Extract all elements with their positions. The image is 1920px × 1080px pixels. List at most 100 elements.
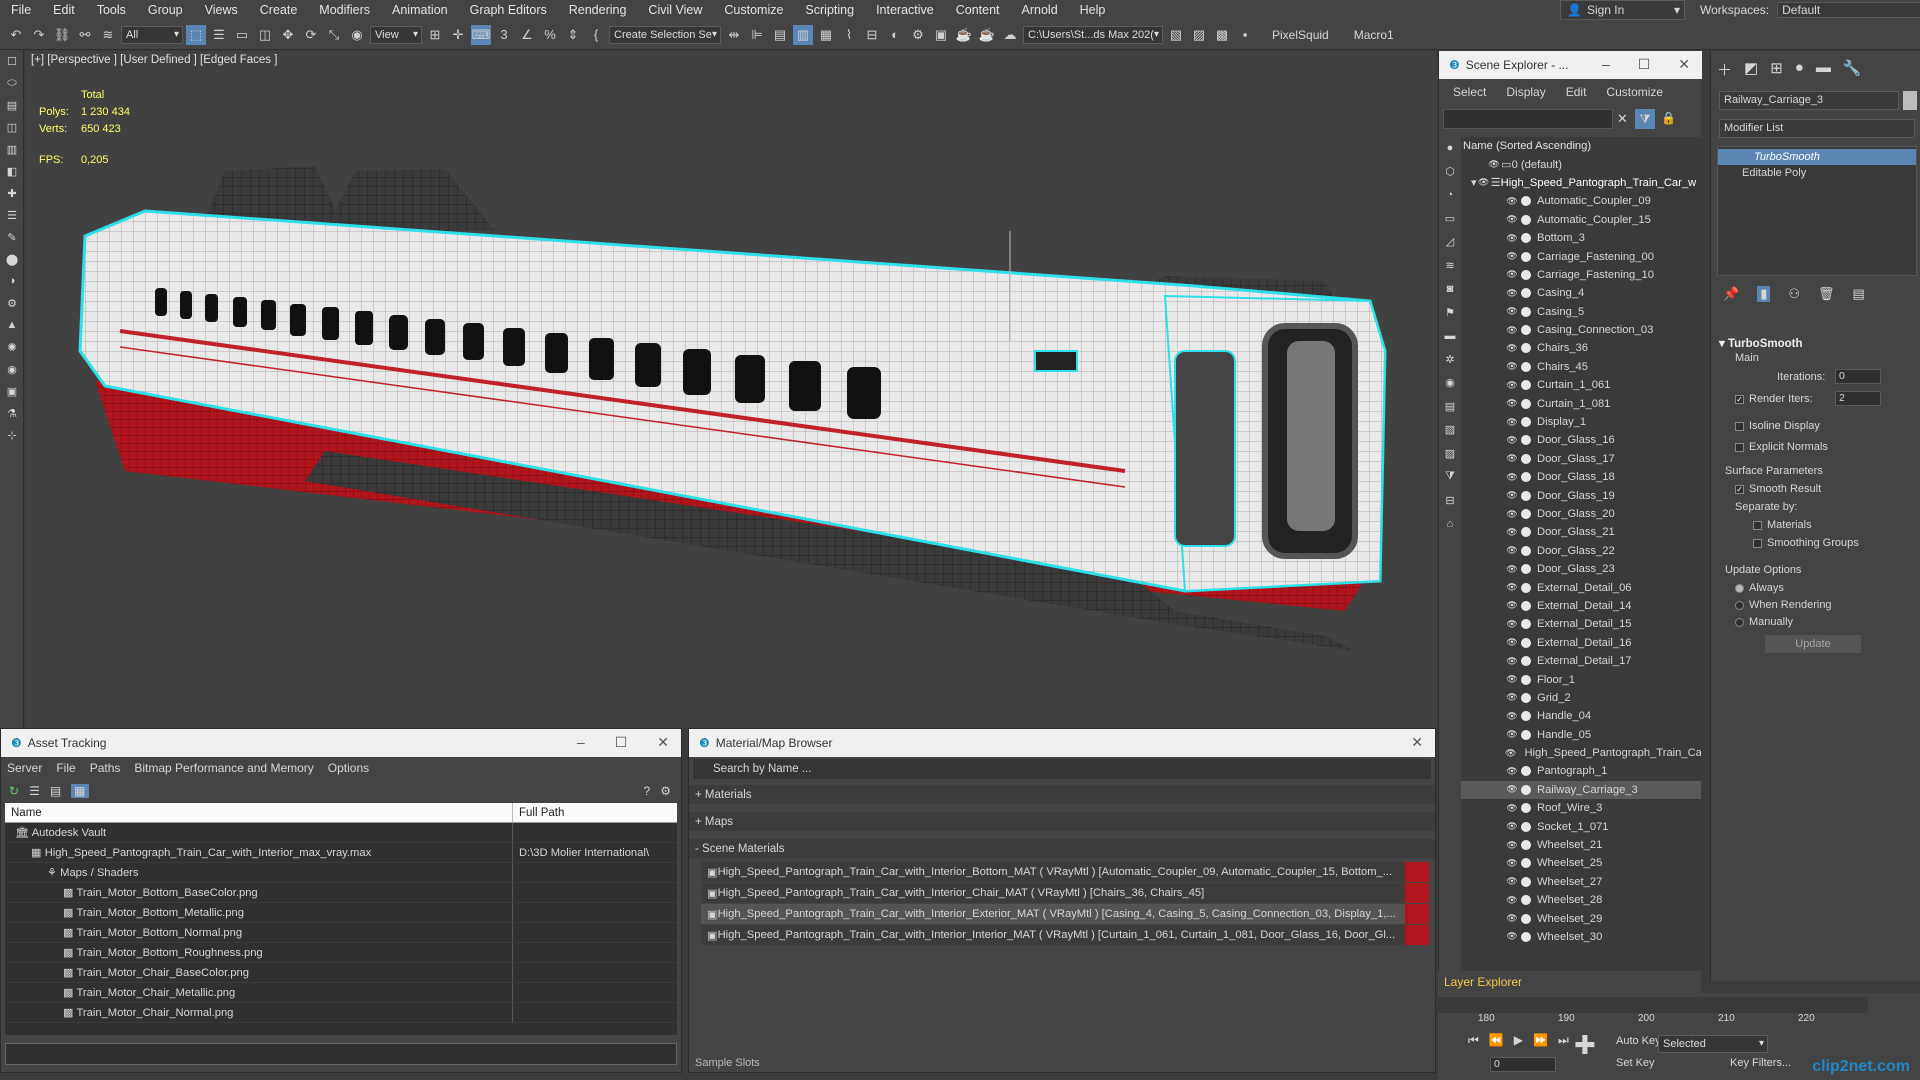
scene-list-item[interactable]: 👁 Casing_5	[1461, 303, 1701, 321]
scene-list-item[interactable]: 👁 Wheelset_28	[1461, 891, 1701, 909]
menu-graph-editors[interactable]: Graph Editors	[459, 0, 558, 20]
section-scene-materials[interactable]: - Scene Materials	[689, 839, 1435, 858]
create-tab-icon[interactable]: ＋	[1717, 59, 1732, 80]
scene-list-item[interactable]: 👁 Carriage_Fastening_10	[1461, 266, 1701, 284]
left-tool-18-icon[interactable]: ⊹	[0, 424, 24, 446]
scene-list-item[interactable]: 👁 Wheelset_21	[1461, 836, 1701, 854]
stack-item-editable-poly[interactable]: Editable Poly	[1718, 165, 1916, 181]
scene-list-item[interactable]: 👁 External_Detail_15	[1461, 615, 1701, 633]
pivot-icon[interactable]: ⊞	[425, 25, 445, 45]
add-key-icon[interactable]: ✚	[1574, 1032, 1596, 1058]
configure-sets-icon[interactable]: ▤	[1853, 286, 1865, 302]
undo-icon[interactable]: ↶	[6, 25, 26, 45]
scene-filter-7-icon[interactable]: ◙	[1439, 277, 1461, 301]
left-tool-5-icon[interactable]: ▥	[0, 138, 24, 160]
asset-row[interactable]: ⚘ Maps / Shaders	[5, 863, 677, 883]
left-tool-7-icon[interactable]: ✚	[0, 182, 24, 204]
auto-key-button[interactable]: Auto Key	[1616, 1035, 1661, 1047]
list-view-icon[interactable]: ☰	[29, 784, 40, 798]
separate-materials-checkbox[interactable]: Materials	[1753, 519, 1812, 531]
sample-slots-label[interactable]: Sample Slots	[689, 1053, 760, 1072]
visibility-eye-icon[interactable]: 👁	[1505, 803, 1519, 814]
angle-snap-icon[interactable]: ∠	[517, 25, 537, 45]
scene-list-item[interactable]: 👁 Door_Glass_21	[1461, 523, 1701, 541]
scene-list-item[interactable]: 👁 Curtain_1_061	[1461, 376, 1701, 394]
left-tool-9-icon[interactable]: ✎	[0, 226, 24, 248]
select-object-icon[interactable]: ⬚	[186, 24, 206, 45]
open-explorer-icon[interactable]: ▨	[1189, 25, 1209, 45]
scene-list-item[interactable]: 👁 Door_Glass_16	[1461, 431, 1701, 449]
menu-animation[interactable]: Animation	[381, 0, 459, 20]
maximize-icon[interactable]: ☐	[1638, 56, 1651, 73]
display-tab-icon[interactable]: ▬	[1816, 59, 1831, 80]
pin-stack-icon[interactable]: 📌	[1723, 286, 1739, 302]
settings-icon[interactable]: ⚙	[660, 784, 671, 798]
scene-list-item[interactable]: 👁 External_Detail_14	[1461, 597, 1701, 615]
visibility-eye-icon[interactable]: 👁	[1505, 417, 1519, 428]
visibility-eye-icon[interactable]: 👁	[1505, 380, 1519, 391]
align-icon[interactable]: ⊫	[747, 25, 767, 45]
placement-icon[interactable]: ◉	[347, 25, 367, 45]
explicit-normals-checkbox[interactable]: Explicit Normals	[1735, 441, 1828, 453]
scene-filter-17-icon[interactable]: ⌂	[1439, 512, 1461, 536]
left-tool-1-icon[interactable]: ☐	[0, 50, 24, 72]
scene-list-item[interactable]: 👁 Grid_2	[1461, 689, 1701, 707]
menu-file[interactable]: File	[0, 0, 42, 20]
menu-tools[interactable]: Tools	[86, 0, 137, 20]
visibility-eye-icon[interactable]: 👁	[1505, 766, 1519, 777]
pixelsquid-label[interactable]: PixelSquid	[1272, 28, 1329, 42]
layer-explorer-icon[interactable]: ▥	[793, 24, 813, 45]
visibility-eye-icon[interactable]: 👁	[1505, 748, 1516, 759]
spinner-snap-icon[interactable]: ⇕	[563, 25, 583, 45]
modify-tab-icon[interactable]: ◩	[1744, 59, 1758, 80]
menu-create[interactable]: Create	[249, 0, 309, 20]
scene-list-item[interactable]: 👁 Bottom_3	[1461, 229, 1701, 247]
scene-list-item[interactable]: 👁 Door_Glass_22	[1461, 542, 1701, 560]
left-tool-6-icon[interactable]: ◧	[0, 160, 24, 182]
play-icon[interactable]: ▶	[1514, 1033, 1523, 1048]
asset-row[interactable]: ▩ Train_Motor_Bottom_BaseColor.png	[5, 883, 677, 903]
visibility-eye-icon[interactable]: 👁	[1505, 453, 1519, 464]
asset-menu-bitmap-performance-and-memory[interactable]: Bitmap Performance and Memory	[134, 761, 313, 775]
scale-icon[interactable]: ⤡	[324, 25, 344, 45]
scene-filter-3-icon[interactable]: ◔	[1439, 183, 1461, 207]
visibility-eye-icon[interactable]: 👁	[1505, 233, 1519, 244]
visibility-eye-icon[interactable]: 👁	[1505, 692, 1519, 703]
percent-snap-icon[interactable]: %	[540, 25, 560, 45]
scene-list-item[interactable]: 👁 Casing_4	[1461, 284, 1701, 302]
menu-scripting[interactable]: Scripting	[794, 0, 865, 20]
scene-list-item[interactable]: 👁 Door_Glass_20	[1461, 505, 1701, 523]
material-editor-icon[interactable]: ◐	[885, 25, 905, 45]
left-tool-14-icon[interactable]: ✺	[0, 336, 24, 358]
scene-explorer-titlebar[interactable]: ❸ Scene Explorer - ... – ☐ ✕	[1439, 51, 1702, 79]
asset-row[interactable]: ▩ Train_Motor_Chair_BaseColor.png	[5, 963, 677, 983]
show-end-result-icon[interactable]: ▮	[1757, 286, 1771, 302]
menu-group[interactable]: Group	[137, 0, 194, 20]
section-materials[interactable]: + Materials	[689, 785, 1435, 804]
snap-icon[interactable]: 3	[494, 25, 514, 45]
scene-list-item[interactable]: 👁 Chairs_36	[1461, 339, 1701, 357]
visibility-eye-icon[interactable]: 👁	[1505, 196, 1519, 207]
scene-list-item[interactable]: 👁 Handle_04	[1461, 707, 1701, 725]
scene-list-item[interactable]: ▾ 👁 ☰ High_Speed_Pantograph_Train_Car_w	[1461, 174, 1701, 192]
modifier-list-dropdown[interactable]: Modifier List	[1719, 119, 1915, 138]
asset-menu-paths[interactable]: Paths	[90, 761, 121, 775]
left-tool-3-icon[interactable]: ▤	[0, 94, 24, 116]
project-folder-icon[interactable]: ▧	[1166, 25, 1186, 45]
left-tool-2-icon[interactable]: ⬭	[0, 72, 24, 94]
scene-filter-6-icon[interactable]: ≋	[1439, 254, 1461, 278]
scene-list-item[interactable]: 👁 Automatic_Coupler_15	[1461, 211, 1701, 229]
smooth-result-checkbox[interactable]: ✓ Smooth Result	[1735, 483, 1821, 495]
scene-list-item[interactable]: 👁 External_Detail_06	[1461, 578, 1701, 596]
ribbon-icon[interactable]: ▦	[816, 25, 836, 45]
scene-filter-10-icon[interactable]: ✲	[1439, 348, 1461, 372]
scene-list-item[interactable]: 👁 Door_Glass_19	[1461, 486, 1701, 504]
scene-object-list[interactable]: Name (Sorted Ascending) 👁 ▭ 0 (default) ▾ 👁 ☰…	[1461, 137, 1701, 1015]
scene-filter-2-icon[interactable]: ⬡	[1439, 160, 1461, 184]
render-cloud-icon[interactable]: ☁	[1000, 25, 1020, 45]
menu-content[interactable]: Content	[945, 0, 1011, 20]
go-to-end-icon[interactable]: ⏭	[1558, 1033, 1569, 1048]
asset-row[interactable]: ▩ Train_Motor_Chair_Metallic.png	[5, 983, 677, 1003]
section-maps[interactable]: + Maps	[689, 812, 1435, 831]
menu-civil-view[interactable]: Civil View	[637, 0, 713, 20]
